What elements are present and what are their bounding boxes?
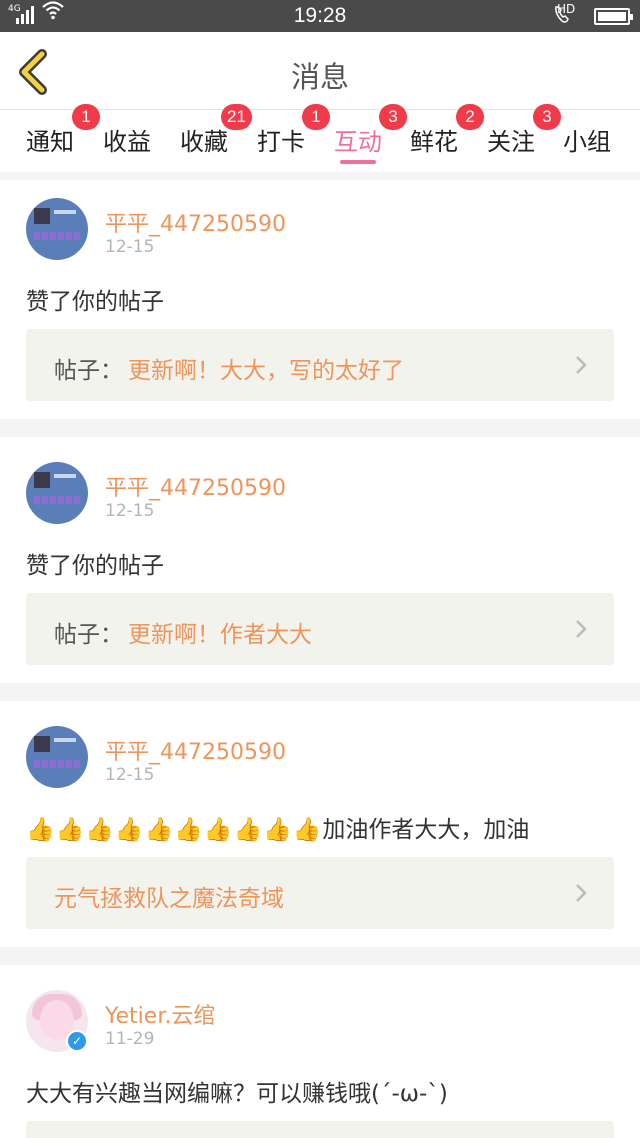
clock: 19:28 <box>293 4 347 27</box>
message-card[interactable]: ✓ Yetier.云绾 11-29 大大有兴趣当网编嘛？可以赚钱哦(´-ω-`) <box>0 965 640 1138</box>
tab-follow[interactable]: 关注 <box>487 122 535 157</box>
message-date: 12-15 <box>105 501 155 521</box>
active-tab-indicator <box>340 160 376 164</box>
username[interactable]: Yetier.云绾 <box>105 998 215 1030</box>
message-content: 赞了你的帖子 <box>26 289 164 315</box>
avatar-detail <box>34 760 80 768</box>
avatar-detail <box>34 232 80 240</box>
reference-title: 更新啊！作者大大 <box>128 622 312 648</box>
hd-label: HD <box>557 2 576 16</box>
username[interactable]: 平平_447250590 <box>105 470 286 502</box>
tab-bar: 通知 1 收益 收藏 21 打卡 1 互动 3 鲜花 2 关注 3 小组 <box>0 104 640 172</box>
message-date: 11-29 <box>105 1029 155 1049</box>
username[interactable]: 平平_447250590 <box>105 206 286 238</box>
avatar-detail <box>54 474 76 478</box>
message-card[interactable]: 平平_447250590 12-15 👍👍👍👍👍👍👍👍👍👍加油作者大大，加油 元… <box>0 701 640 947</box>
tab-notice-badge: 1 <box>72 104 100 130</box>
message-date: 12-15 <box>105 765 155 785</box>
tab-checkin-badge: 1 <box>302 104 330 130</box>
tab-follow-badge: 3 <box>533 104 561 130</box>
tab-notice[interactable]: 通知 <box>26 122 74 157</box>
tab-flowers-badge: 2 <box>456 104 484 130</box>
message-text: 加油作者大大，加油 <box>322 817 530 843</box>
tab-groups[interactable]: 小组 <box>563 122 611 157</box>
chevron-right-icon <box>576 356 587 374</box>
avatar-detail <box>34 736 50 752</box>
post-reference[interactable]: 帖子： 更新啊！大大，写的太好了 <box>26 329 614 401</box>
avatar-detail <box>54 738 76 742</box>
avatar[interactable] <box>26 726 88 788</box>
tab-favorites[interactable]: 收藏 <box>180 122 228 157</box>
tab-checkin[interactable]: 打卡 <box>257 122 305 157</box>
tab-interaction[interactable]: 互动 <box>334 122 382 157</box>
avatar-detail <box>34 472 50 488</box>
page-title: 消息 <box>290 60 349 94</box>
post-reference[interactable]: 帖子： 更新啊！作者大大 <box>26 593 614 665</box>
chevron-right-icon <box>576 620 587 638</box>
status-bar: 4G 19:28 HD <box>0 0 640 32</box>
message-card[interactable]: 平平_447250590 12-15 赞了你的帖子 帖子： 更新啊！大大，写的太… <box>0 180 640 419</box>
message-content: 赞了你的帖子 <box>26 553 164 579</box>
chevron-right-icon <box>576 884 587 902</box>
avatar[interactable] <box>26 462 88 524</box>
message-date: 12-15 <box>105 237 155 257</box>
post-reference[interactable]: 元气拯救队之魔法奇域 <box>26 857 614 929</box>
avatar-detail <box>34 208 50 224</box>
thumbs-up-icon: 👍👍👍👍👍👍👍👍👍👍 <box>26 817 323 843</box>
tab-income[interactable]: 收益 <box>103 122 151 157</box>
nav-bar: 消息 <box>0 32 640 110</box>
tab-favorites-badge: 21 <box>221 104 252 130</box>
battery-icon <box>594 8 633 25</box>
username[interactable]: 平平_447250590 <box>105 734 286 766</box>
reference-prefix: 帖子： <box>54 358 123 384</box>
message-content: 大大有兴趣当网编嘛？可以赚钱哦(´-ω-`) <box>26 1081 448 1107</box>
verified-badge-icon: ✓ <box>66 1030 88 1052</box>
tab-flowers[interactable]: 鲜花 <box>410 122 458 157</box>
avatar[interactable] <box>26 198 88 260</box>
post-reference[interactable] <box>26 1121 614 1138</box>
reference-title: 元气拯救队之魔法奇域 <box>54 886 284 912</box>
avatar-detail <box>34 496 80 504</box>
reference-title: 更新啊！大大，写的太好了 <box>128 358 404 384</box>
tab-interaction-badge: 3 <box>379 104 407 130</box>
message-card[interactable]: 平平_447250590 12-15 赞了你的帖子 帖子： 更新啊！作者大大 <box>0 437 640 683</box>
reference-prefix: 帖子： <box>54 622 123 648</box>
message-content: 👍👍👍👍👍👍👍👍👍👍加油作者大大，加油 <box>26 810 529 844</box>
avatar-detail <box>54 210 76 214</box>
